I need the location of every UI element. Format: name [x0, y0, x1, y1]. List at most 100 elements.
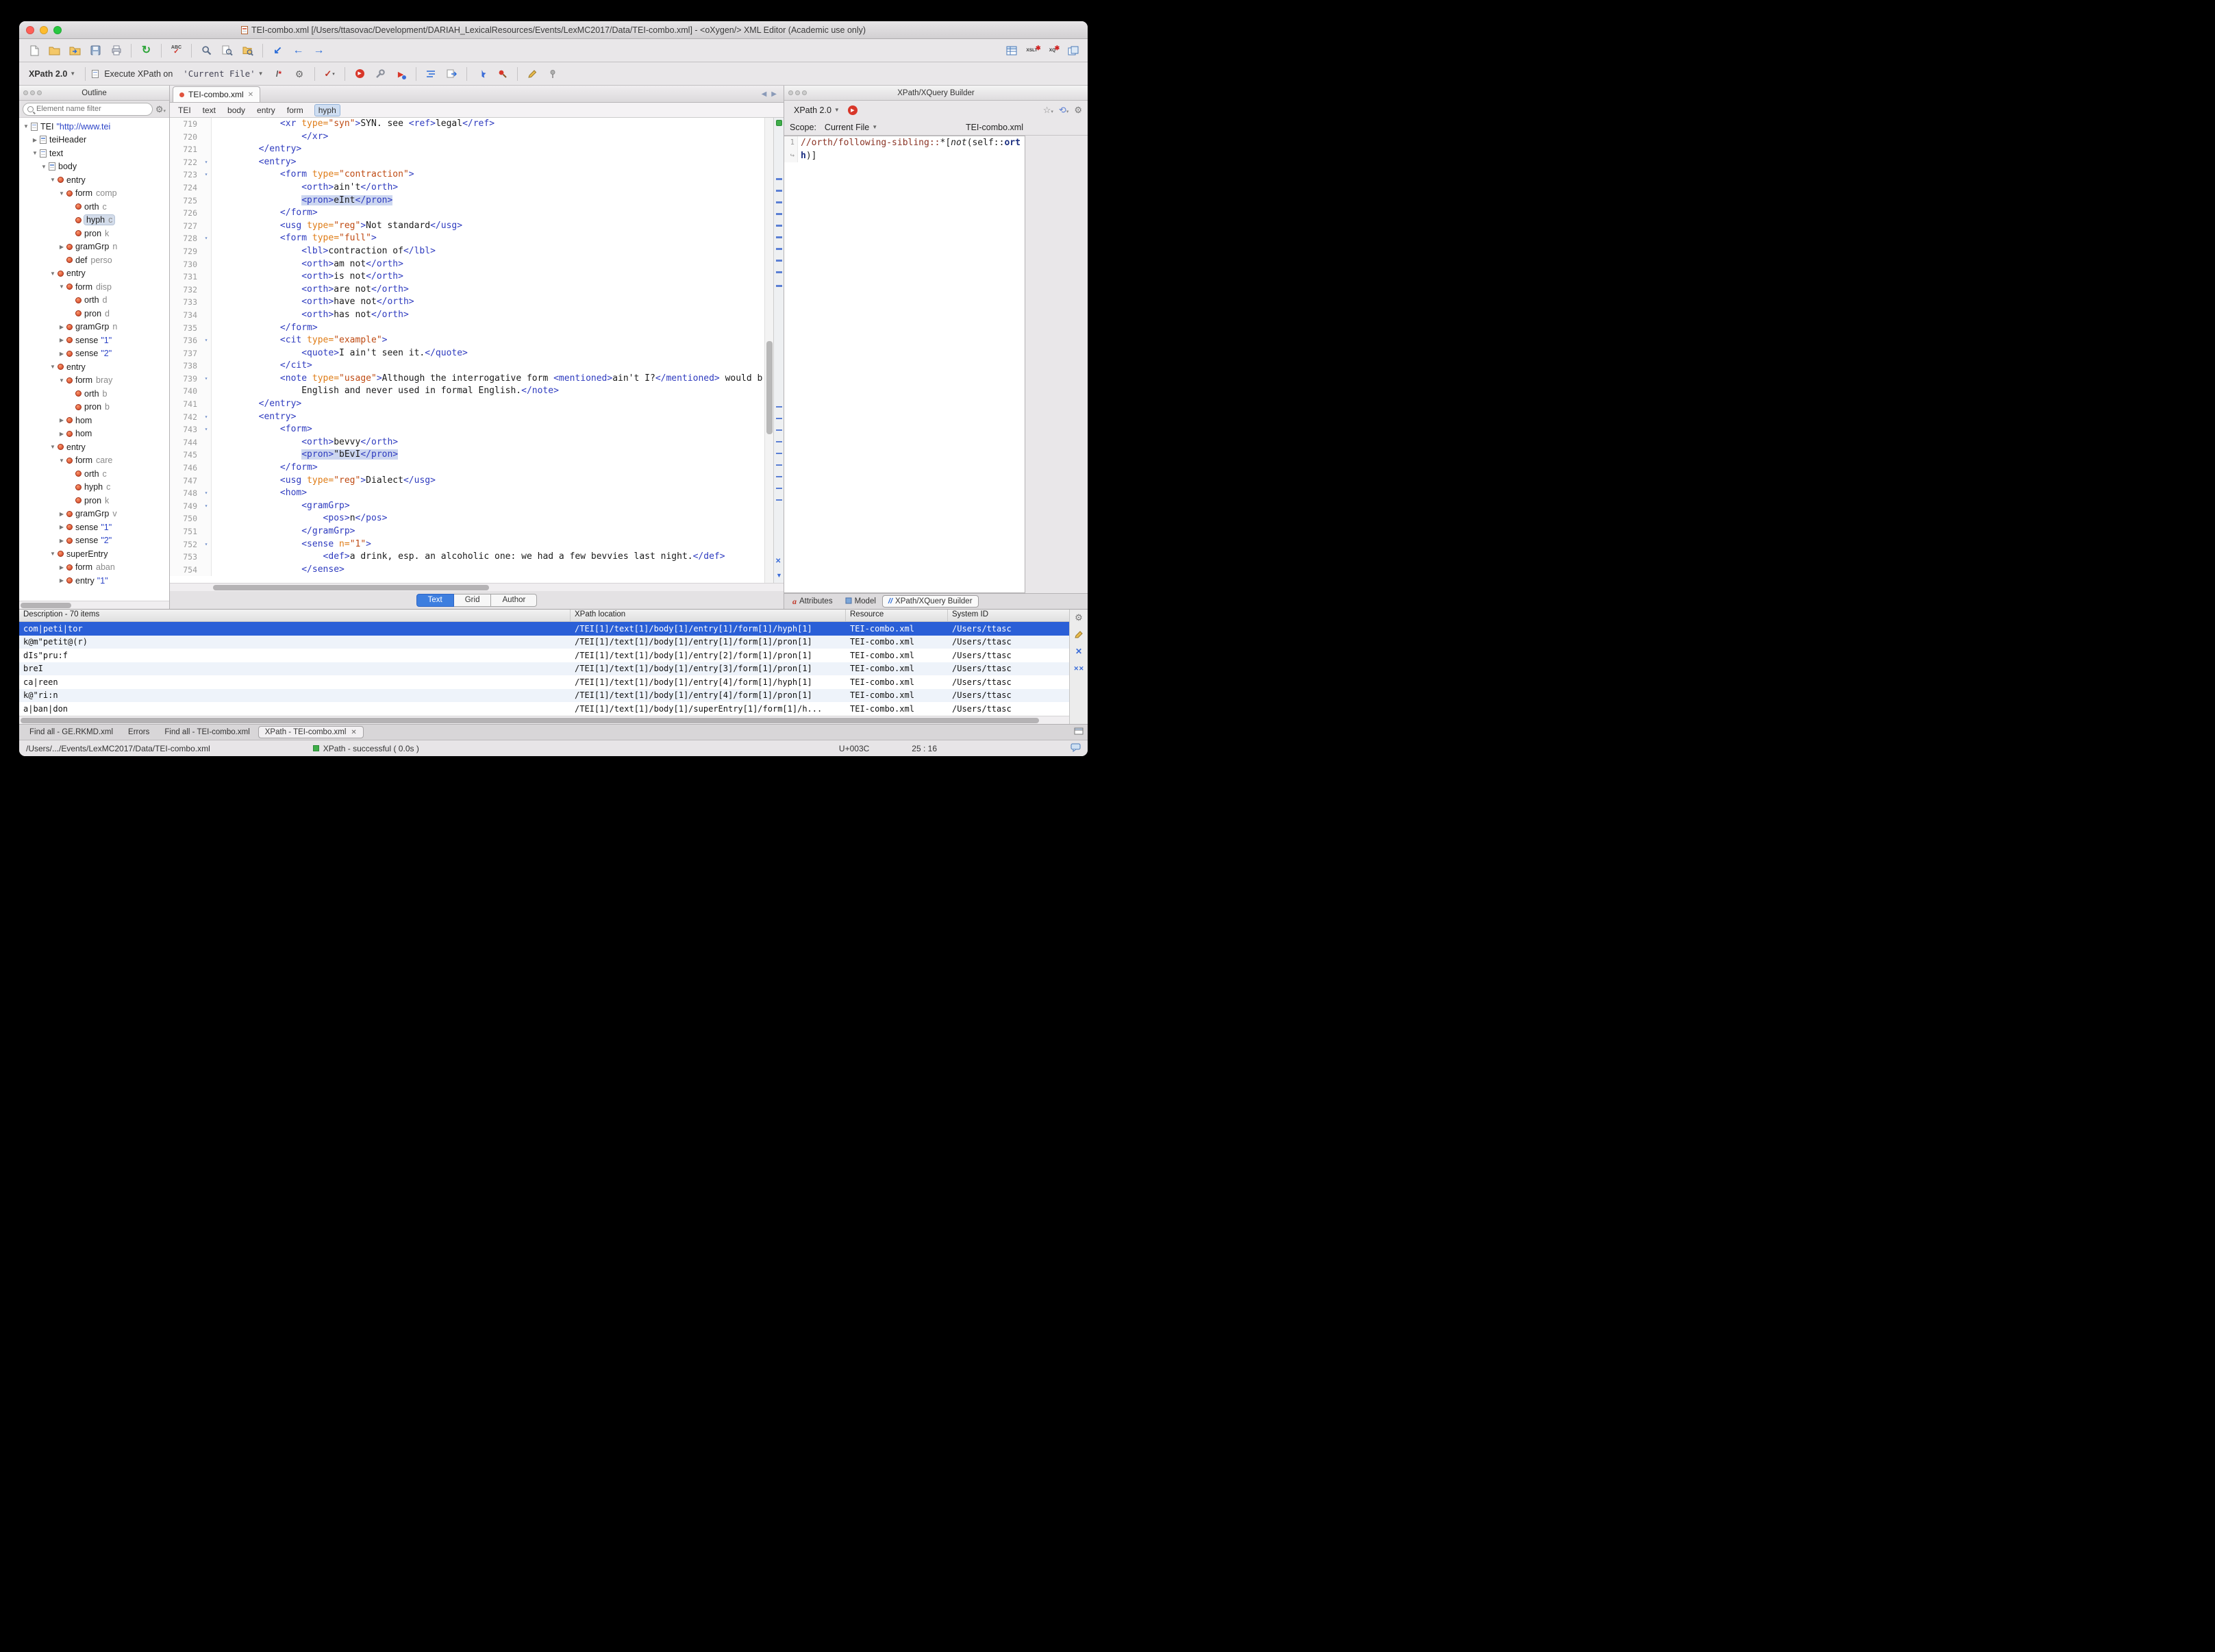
code-line[interactable]: 729 <lbl>contraction of</lbl> [170, 245, 764, 258]
close-tab-icon[interactable]: ✕ [248, 91, 253, 99]
element-filter-input[interactable] [36, 105, 148, 113]
outline-item[interactable]: pronk [19, 494, 169, 508]
outline-item[interactable]: ▶sense"2" [19, 347, 169, 361]
collapse-icon[interactable]: ▼ [22, 123, 30, 129]
view-author-button[interactable]: Author [491, 594, 537, 607]
execute-xpath-label[interactable]: Execute XPath on [91, 69, 173, 79]
code-line[interactable]: 720 </xr> [170, 131, 764, 144]
code-line[interactable]: 733 <orth>have not</orth> [170, 296, 764, 309]
outline-item[interactable]: ▼entry [19, 360, 169, 374]
find-in-files-icon[interactable] [238, 42, 257, 60]
code-line[interactable]: 730 <orth>am not</orth> [170, 258, 764, 271]
code-line[interactable]: 737 <quote>I ain't seen it.</quote> [170, 347, 764, 360]
next-tab-icon[interactable]: ▶ [771, 90, 777, 98]
expand-icon[interactable]: ▶ [58, 524, 66, 530]
favorites-star-icon[interactable]: ☆▾ [1043, 105, 1053, 116]
code-line[interactable]: 742▾ <entry> [170, 411, 764, 424]
pin-blue-icon[interactable] [473, 65, 491, 83]
outline-item[interactable]: ▼entry [19, 440, 169, 454]
fold-toggle-icon[interactable]: ▾ [201, 334, 212, 347]
outline-settings-gear-icon[interactable]: ⚙▾ [155, 105, 166, 114]
code-line[interactable]: 722▾ <entry> [170, 156, 764, 169]
code-line[interactable]: 751 </gramGrp> [170, 525, 764, 538]
expand-icon[interactable]: ▶ [58, 244, 66, 250]
outline-item[interactable]: ▼superEntry [19, 547, 169, 561]
outline-item[interactable]: ▶hom [19, 427, 169, 441]
expand-icon[interactable]: ▶ [58, 538, 66, 544]
xquery-debugger-icon[interactable]: XQ✱ [1043, 42, 1062, 60]
outline-item[interactable]: ▼entry [19, 267, 169, 281]
fold-toggle-icon[interactable]: ▾ [201, 500, 212, 513]
breadcrumb-item-body[interactable]: body [227, 105, 245, 115]
column-description[interactable]: Description - 70 items [19, 610, 571, 621]
code-line[interactable]: 741 </entry> [170, 398, 764, 411]
breadcrumb-item-text[interactable]: text [203, 105, 216, 115]
code-line[interactable]: 735 </form> [170, 322, 764, 335]
breadcrumb-item-form[interactable]: form [287, 105, 303, 115]
history-icon[interactable]: ⟲▾ [1059, 105, 1068, 116]
collapse-icon[interactable]: ▼ [40, 164, 48, 170]
outline-item[interactable]: hyphc [19, 481, 169, 495]
code-line[interactable]: 754 </sense> [170, 564, 764, 577]
code-line[interactable]: 748▾ <hom> [170, 487, 764, 500]
builder-version-combo[interactable]: XPath 2.0 ▼ [790, 104, 844, 116]
view-grid-button[interactable]: Grid [454, 594, 492, 607]
expand-icon[interactable]: ▶ [31, 137, 39, 143]
execute-xpath-button[interactable]: ▶ [848, 105, 858, 115]
remove-all-results-icon[interactable]: ✕✕ [1073, 662, 1085, 675]
previous-tab-icon[interactable]: ◀ [762, 90, 767, 98]
collapse-icon[interactable]: ▼ [49, 177, 57, 183]
folder-import-icon[interactable] [66, 42, 84, 60]
code-line[interactable]: 745 <pron>"bEvI</pron> [170, 449, 764, 462]
result-row[interactable]: a|ban|don/TEI[1]/text[1]/body[1]/superEn… [19, 702, 1069, 716]
code-line[interactable]: 753 <def>a drink, esp. an alcoholic one:… [170, 551, 764, 564]
column-resource[interactable]: Resource [846, 610, 948, 621]
collapse-icon[interactable]: ▼ [49, 444, 57, 450]
outline-item[interactable]: ▶teiHeader [19, 134, 169, 147]
settings-gear-icon[interactable]: ⚙ [290, 65, 309, 83]
code-line[interactable]: 746 </form> [170, 462, 764, 475]
code-line[interactable]: 725 <pron>eInt</pron> [170, 195, 764, 208]
code-line[interactable]: 749▾ <gramGrp> [170, 500, 764, 513]
overview-ruler[interactable]: ✕ ▼ [773, 118, 784, 583]
collapse-icon[interactable]: ▼ [49, 364, 57, 370]
close-window-button[interactable] [26, 26, 34, 34]
bottom-tab-xpath-tei-combo-xml[interactable]: XPath - TEI-combo.xml✕ [259, 727, 363, 738]
results-settings-gear-icon[interactable]: ⚙ [1073, 611, 1085, 623]
collapse-icon[interactable]: ▼ [58, 284, 66, 290]
outline-item[interactable]: prond [19, 307, 169, 321]
spell-check-icon[interactable]: ABC✓ [167, 42, 186, 60]
fold-toggle-icon[interactable]: ▾ [201, 487, 212, 500]
configure-transformation-icon[interactable] [371, 65, 390, 83]
outline-item[interactable]: ▼formcare [19, 454, 169, 468]
code-line[interactable]: 740 English and never used in formal Eng… [170, 385, 764, 398]
code-line[interactable]: 732 <orth>are not</orth> [170, 284, 764, 297]
expand-icon[interactable]: ▶ [58, 337, 66, 343]
builder-tab-xpath-xquery-builder[interactable]: //XPath/XQuery Builder [883, 596, 978, 607]
fold-toggle-icon[interactable]: ▾ [201, 538, 212, 551]
code-line[interactable]: 736▾ <cit type="example"> [170, 334, 764, 347]
column-xpath-location[interactable]: XPath location [571, 610, 846, 621]
debug-icon[interactable]: ▶ [392, 65, 410, 83]
expand-icon[interactable]: ▶ [58, 351, 66, 357]
bottom-tab-find-all-ge-rkmd-xml[interactable]: Find all - GE.RKMD.xml [23, 727, 119, 738]
bottom-tab-find-all-tei-combo-xml[interactable]: Find all - TEI-combo.xml [158, 727, 255, 738]
code-line[interactable]: 724 <orth>ain't</orth> [170, 182, 764, 195]
close-tab-icon[interactable]: ✕ [351, 729, 356, 736]
builder-tab-model[interactable]: Model [840, 596, 881, 608]
outline-item[interactable]: ▶gramGrpn [19, 321, 169, 334]
fold-toggle-icon[interactable]: ▾ [201, 411, 212, 424]
feedback-bubble-icon[interactable] [1071, 743, 1081, 754]
highlight-results-icon[interactable] [1073, 628, 1085, 640]
element-filter-box[interactable] [23, 103, 153, 116]
result-row[interactable]: ca|reen/TEI[1]/text[1]/body[1]/entry[4]/… [19, 675, 1069, 689]
refresh-icon[interactable]: ↻ [137, 42, 155, 60]
collapse-icon[interactable]: ▼ [58, 458, 66, 464]
code-line[interactable]: 743▾ <form> [170, 423, 764, 436]
next-mark-icon[interactable]: ▼ [776, 572, 782, 579]
editor-tab[interactable]: TEI-combo.xml ✕ [173, 86, 260, 102]
code-line[interactable]: 726 </form> [170, 207, 764, 220]
xpath-expression-icon[interactable]: /* [270, 65, 288, 83]
result-row[interactable]: k@"ri:n/TEI[1]/text[1]/body[1]/entry[4]/… [19, 689, 1069, 703]
expand-icon[interactable]: ▶ [58, 431, 66, 437]
